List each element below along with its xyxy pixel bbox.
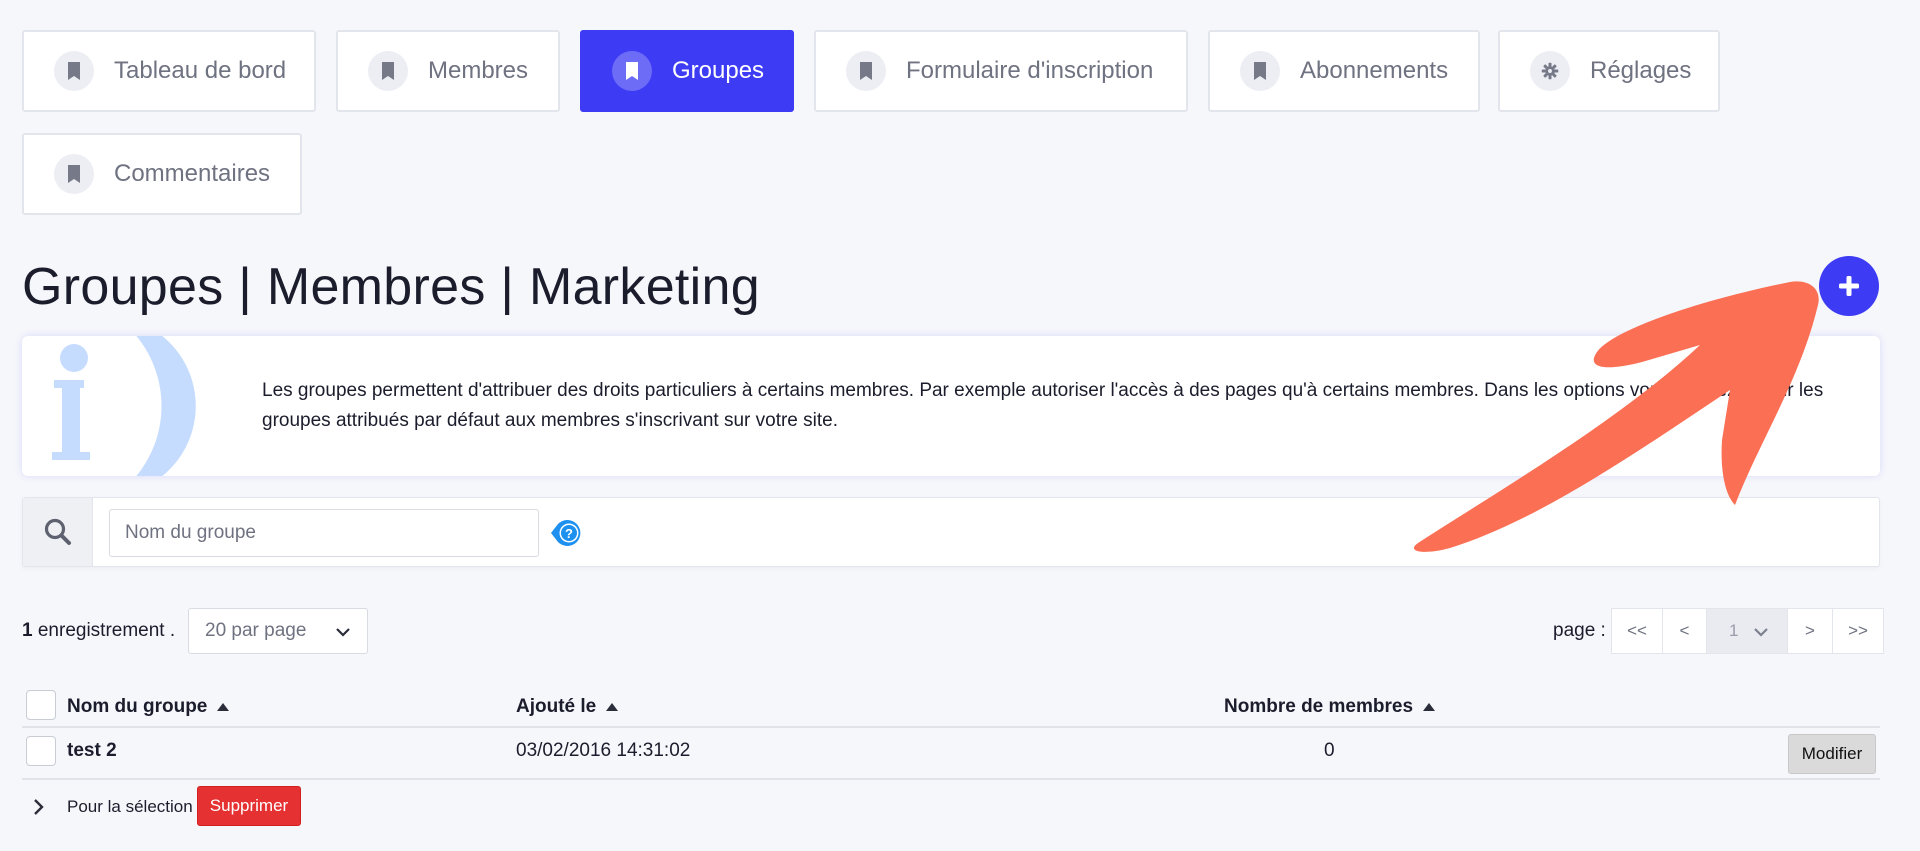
info-icon xyxy=(52,336,196,476)
select-all-checkbox[interactable] xyxy=(26,690,56,720)
column-header-label: Nombre de membres xyxy=(1224,696,1414,717)
tab-label: Tableau de bord xyxy=(114,57,287,84)
tab-groupes[interactable]: Groupes xyxy=(580,30,794,112)
record-count: 1 enregistrement . xyxy=(22,620,175,642)
edit-group-button[interactable]: Modifier xyxy=(1788,734,1876,774)
tab-tableau-de-bord[interactable]: Tableau de bord xyxy=(22,30,316,112)
bookmark-icon xyxy=(54,51,94,91)
sort-up-icon xyxy=(1423,703,1436,711)
column-header-label: Ajouté le xyxy=(516,696,597,717)
svg-text:?: ? xyxy=(565,526,573,541)
bookmark-icon xyxy=(612,51,652,91)
tab-commentaires[interactable]: Commentaires xyxy=(22,133,302,215)
search-icon-box[interactable] xyxy=(23,498,93,566)
record-count-label: enregistrement . xyxy=(37,620,176,641)
plus-icon xyxy=(1839,276,1859,296)
group-name: test 2 xyxy=(67,740,117,761)
per-page-value: 20 par page xyxy=(205,620,307,641)
tab-membres[interactable]: Membres xyxy=(336,30,560,112)
info-text: Les groupes permettent d'attribuer des d… xyxy=(262,380,1824,431)
add-group-button[interactable] xyxy=(1819,256,1879,316)
search-bar: ? xyxy=(22,497,1880,567)
bookmark-icon xyxy=(846,51,886,91)
group-added-date: 03/02/2016 14:31:02 xyxy=(516,740,691,761)
chevron-right-icon[interactable] xyxy=(32,798,46,816)
tab-label: Formulaire d'inscription xyxy=(906,57,1154,84)
tab-label: Abonnements xyxy=(1300,57,1449,84)
column-header-label: Nom du groupe xyxy=(67,696,208,717)
record-count-value: 1 xyxy=(22,620,33,641)
table-header: Nom du groupe Ajouté le Nombre de membre… xyxy=(22,688,1880,728)
bookmark-icon xyxy=(1240,51,1280,91)
pager-current-select[interactable]: 1 xyxy=(1706,608,1788,654)
group-member-count: 0 xyxy=(1324,740,1335,761)
help-icon[interactable]: ? xyxy=(551,516,585,550)
pager-next-button[interactable]: > xyxy=(1787,608,1833,654)
bookmark-icon xyxy=(54,154,94,194)
tab-label: Commentaires xyxy=(114,160,271,187)
page-title: Groupes | Membres | Marketing xyxy=(22,258,760,316)
tab-label: Membres xyxy=(428,57,529,84)
sort-up-icon xyxy=(606,703,619,711)
pager-current-value: 1 xyxy=(1729,621,1739,640)
delete-selection-button[interactable]: Supprimer xyxy=(197,786,301,826)
row-checkbox[interactable] xyxy=(26,736,56,766)
pager-first-button[interactable]: << xyxy=(1611,608,1663,654)
tab-abonnements[interactable]: Abonnements xyxy=(1208,30,1480,112)
tab-label: Réglages xyxy=(1590,57,1692,84)
info-panel: Les groupes permettent d'attribuer des d… xyxy=(22,336,1880,476)
column-header-name[interactable]: Nom du groupe xyxy=(67,696,230,718)
per-page-select[interactable]: 20 par page xyxy=(188,608,368,654)
pager-last-button[interactable]: >> xyxy=(1832,608,1884,654)
gear-icon xyxy=(1530,51,1570,91)
column-header-members[interactable]: Nombre de membres xyxy=(1224,696,1436,718)
pager-prev-button[interactable]: < xyxy=(1662,608,1707,654)
column-header-added[interactable]: Ajouté le xyxy=(516,696,619,718)
chevron-down-icon xyxy=(1754,628,1768,637)
bookmark-icon xyxy=(368,51,408,91)
selection-label: Pour la sélection xyxy=(67,797,193,816)
table-row: test 2 03/02/2016 14:31:02 0 Modifier xyxy=(22,728,1880,780)
pager-label: page : xyxy=(1553,620,1606,641)
tab-reglages[interactable]: Réglages xyxy=(1498,30,1720,112)
group-name-search-input[interactable] xyxy=(109,509,539,557)
tab-formulaire-inscription[interactable]: Formulaire d'inscription xyxy=(814,30,1188,112)
chevron-down-icon xyxy=(336,628,350,637)
bulk-actions: Pour la sélection Supprimer xyxy=(22,786,1880,828)
tab-label: Groupes xyxy=(672,57,765,84)
pagination: << < 1 > >> xyxy=(1611,608,1884,654)
search-icon xyxy=(44,518,71,545)
sort-up-icon xyxy=(217,703,230,711)
